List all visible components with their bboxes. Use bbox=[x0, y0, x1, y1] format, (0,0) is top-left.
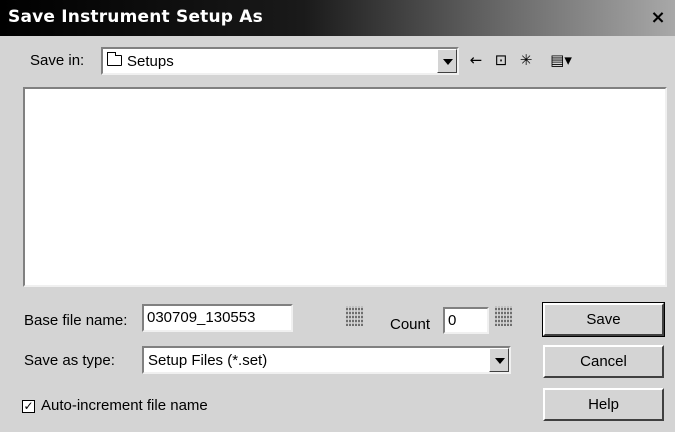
help-button[interactable]: Help bbox=[543, 388, 664, 421]
base-file-name-label: Base file name: bbox=[24, 312, 128, 329]
save-as-type-value: Setup Files (*.set) bbox=[148, 352, 268, 369]
chevron-down-icon[interactable] bbox=[489, 348, 509, 372]
back-arrow-icon[interactable]: ← bbox=[466, 51, 486, 69]
auto-increment-label: Auto-increment file name bbox=[41, 397, 208, 414]
file-list[interactable] bbox=[23, 87, 667, 287]
cancel-button[interactable]: Cancel bbox=[543, 345, 664, 378]
close-icon[interactable]: × bbox=[647, 7, 669, 29]
view-menu-icon[interactable]: ▤▾ bbox=[544, 51, 578, 69]
save-instrument-setup-dialog: Save Instrument Setup As × Save in: Setu… bbox=[0, 0, 675, 432]
keypad-icon[interactable] bbox=[346, 306, 364, 326]
up-folder-icon[interactable]: ⊡ bbox=[491, 51, 511, 69]
base-file-name-input[interactable]: 030709_130553 bbox=[142, 304, 293, 332]
count-keypad-icon[interactable] bbox=[495, 306, 513, 326]
chevron-down-icon[interactable] bbox=[437, 49, 457, 73]
save-button[interactable]: Save bbox=[542, 302, 665, 337]
count-label: Count bbox=[390, 316, 431, 333]
auto-increment-checkbox[interactable]: ✓ bbox=[22, 400, 35, 413]
new-folder-icon[interactable]: ✳ bbox=[516, 51, 536, 69]
save-in-label: Save in: bbox=[30, 52, 85, 69]
save-as-type-dropdown[interactable]: Setup Files (*.set) bbox=[142, 346, 511, 374]
save-in-value: Setups bbox=[127, 53, 174, 70]
save-as-type-label: Save as type: bbox=[24, 352, 115, 369]
dialog-title: Save Instrument Setup As bbox=[8, 7, 263, 27]
count-input[interactable]: 0 bbox=[443, 307, 489, 334]
save-in-dropdown[interactable]: Setups bbox=[101, 47, 459, 75]
folder-icon bbox=[107, 52, 122, 66]
title-bar[interactable]: Save Instrument Setup As × bbox=[0, 0, 675, 36]
